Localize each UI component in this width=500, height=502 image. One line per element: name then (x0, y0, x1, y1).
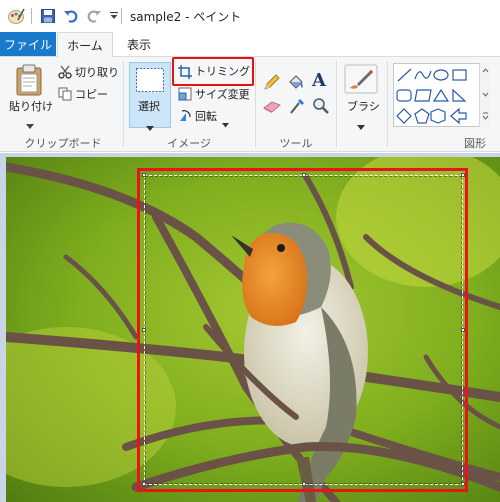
selection-handle[interactable] (461, 482, 465, 486)
scissors-icon[interactable] (58, 64, 72, 83)
selection-handle[interactable] (142, 173, 146, 177)
selection-handle[interactable] (461, 173, 465, 177)
copy-label[interactable]: コピー (75, 86, 108, 102)
title-divider (121, 8, 122, 24)
pencil-icon[interactable] (263, 73, 281, 95)
paste-icon[interactable] (14, 63, 44, 101)
color-picker-icon[interactable] (289, 97, 305, 119)
paint-app-icon[interactable] (6, 6, 26, 26)
select-rectangle-icon (135, 67, 165, 97)
shapes-gallery[interactable] (393, 63, 489, 127)
rotate-label[interactable]: 回転 (195, 108, 217, 124)
rotate-dropdown-arrow-icon[interactable] (222, 113, 229, 132)
selection-handle[interactable] (142, 328, 146, 332)
selection-handle[interactable] (302, 173, 306, 177)
window-title: sample2 - ペイント (130, 10, 242, 24)
brush-label[interactable]: ブラシ (347, 98, 380, 114)
fill-bucket-icon[interactable] (287, 73, 305, 95)
group-divider (123, 61, 124, 147)
shapes-group-label: 図形 (464, 137, 486, 150)
ribbon-tabs: ファイル ホーム 表示 (0, 32, 500, 57)
select-label[interactable]: 選択 (138, 98, 160, 114)
resize-icon[interactable] (178, 86, 192, 105)
eraser-icon[interactable] (263, 99, 281, 118)
undo-icon[interactable] (61, 6, 81, 26)
resize-label[interactable]: サイズ変更 (195, 86, 250, 102)
text-tool-icon[interactable]: A (312, 70, 326, 91)
ribbon: 貼り付け 切り取り コピー クリップボード 選択 トリミング サイズ変更 回転 … (0, 56, 500, 152)
tools-group-label: ツール (279, 137, 313, 150)
tab-home[interactable]: ホーム (57, 32, 113, 57)
select-dropdown-arrow-icon[interactable] (146, 117, 154, 136)
paste-label[interactable]: 貼り付け (9, 98, 53, 114)
selection-rectangle[interactable] (144, 175, 463, 485)
selection-handle[interactable] (461, 328, 465, 332)
group-divider (387, 61, 388, 147)
crop-button-highlight (172, 57, 254, 86)
brush-icon[interactable] (344, 64, 378, 98)
clipboard-group-label: クリップボード (24, 137, 102, 150)
redo-icon[interactable] (84, 6, 104, 26)
selection-handle[interactable] (142, 482, 146, 486)
tab-view[interactable]: 表示 (114, 32, 164, 56)
copy-icon[interactable] (58, 86, 72, 105)
canvas-area (0, 153, 500, 502)
quick-access-divider (31, 8, 32, 24)
title-bar: sample2 - ペイント (0, 0, 500, 32)
paste-dropdown-arrow-icon[interactable] (26, 115, 34, 134)
selection-handle[interactable] (302, 482, 306, 486)
image-group-label: イメージ (167, 137, 211, 150)
rotate-icon[interactable] (178, 108, 192, 127)
shapes-scrollbar[interactable] (479, 63, 490, 127)
group-divider (336, 61, 337, 147)
group-divider (255, 61, 256, 147)
brush-dropdown-arrow-icon[interactable] (357, 116, 365, 135)
save-icon[interactable] (38, 6, 58, 26)
tab-file[interactable]: ファイル (0, 32, 56, 56)
magnifier-icon[interactable] (312, 97, 330, 119)
cut-label[interactable]: 切り取り (75, 64, 119, 80)
